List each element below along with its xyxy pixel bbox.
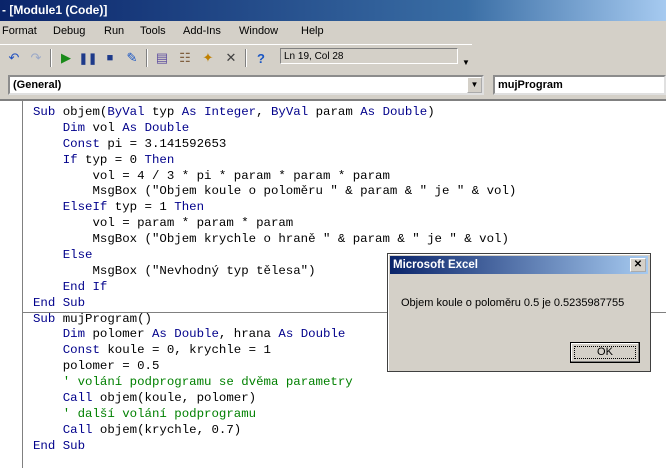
margin-indicator-bar[interactable] <box>0 101 23 468</box>
toolbar-separator <box>245 49 247 67</box>
code-line[interactable]: ' další volání podprogramu <box>33 407 516 423</box>
menu-tools[interactable]: Tools <box>140 25 166 37</box>
menu-format[interactable]: Format <box>2 25 37 37</box>
properties-window-icon[interactable]: ☷ <box>176 49 194 67</box>
code-line[interactable]: vol = 4 / 3 * pi * param * param * param <box>33 169 516 185</box>
menu-debug[interactable]: Debug <box>53 25 85 37</box>
code-line[interactable]: Call objem(krychle, 0.7) <box>33 423 516 439</box>
code-line[interactable]: Call objem(koule, polomer) <box>33 391 516 407</box>
undo-icon[interactable]: ↶ <box>5 49 23 67</box>
code-line[interactable]: Dim vol As Double <box>33 121 516 137</box>
menu-bar: Format Debug Run Tools Add-Ins Window He… <box>0 22 666 42</box>
help-icon[interactable]: ? <box>252 49 270 67</box>
window-titlebar: - [Module1 (Code)] <box>0 0 666 21</box>
window-title: - [Module1 (Code)] <box>2 3 108 17</box>
toolbar-separator <box>146 49 148 67</box>
ok-button[interactable]: OK <box>570 342 640 363</box>
code-line[interactable]: MsgBox ("Objem krychle o hraně " & param… <box>33 232 516 248</box>
dialog-message: Objem koule o poloměru 0.5 je 0.52359877… <box>401 297 625 309</box>
design-mode-icon[interactable]: ✎ <box>123 49 141 67</box>
menu-window[interactable]: Window <box>239 25 278 37</box>
menu-run[interactable]: Run <box>104 25 124 37</box>
redo-icon[interactable]: ↷ <box>27 49 45 67</box>
menu-help[interactable]: Help <box>301 25 324 37</box>
code-line[interactable]: ElseIf typ = 1 Then <box>33 200 516 216</box>
code-line[interactable]: End Sub <box>33 439 516 455</box>
procedure-combo[interactable]: mujProgram <box>493 75 666 95</box>
cursor-position-label: Ln 19, Col 28 <box>280 48 458 64</box>
dialog-titlebar: Microsoft Excel ✕ <box>390 256 648 274</box>
msgbox-dialog: Microsoft Excel ✕ Objem koule o poloměru… <box>387 253 651 372</box>
project-explorer-icon[interactable]: ▤ <box>153 49 171 67</box>
code-line[interactable]: MsgBox ("Objem koule o poloměru " & para… <box>33 184 516 200</box>
object-combo-value: (General) <box>13 79 62 91</box>
code-line[interactable]: vol = param * param * param <box>33 216 516 232</box>
run-icon[interactable]: ▶ <box>57 49 75 67</box>
toolbox-icon[interactable]: ✕ <box>222 49 240 67</box>
dialog-title: Microsoft Excel <box>393 259 478 271</box>
procedure-combo-value: mujProgram <box>498 79 563 91</box>
chevron-down-icon[interactable]: ▼ <box>467 77 482 93</box>
object-browser-icon[interactable]: ✦ <box>199 49 217 67</box>
code-line[interactable]: ' volání podprogramu se dvěma parametry <box>33 375 516 391</box>
code-line[interactable]: If typ = 0 Then <box>33 153 516 169</box>
close-icon[interactable]: ✕ <box>630 258 646 272</box>
menu-add-ins[interactable]: Add-Ins <box>183 25 221 37</box>
code-line[interactable]: Sub objem(ByVal typ As Integer, ByVal pa… <box>33 105 516 121</box>
code-line[interactable]: Const pi = 3.141592653 <box>33 137 516 153</box>
toolbar-options-icon[interactable]: ▼ <box>462 58 470 67</box>
object-combo[interactable]: (General) ▼ <box>8 75 484 95</box>
pause-icon[interactable]: ❚❚ <box>79 49 97 67</box>
stop-icon[interactable]: ■ <box>101 49 119 67</box>
toolbar-separator <box>50 49 52 67</box>
